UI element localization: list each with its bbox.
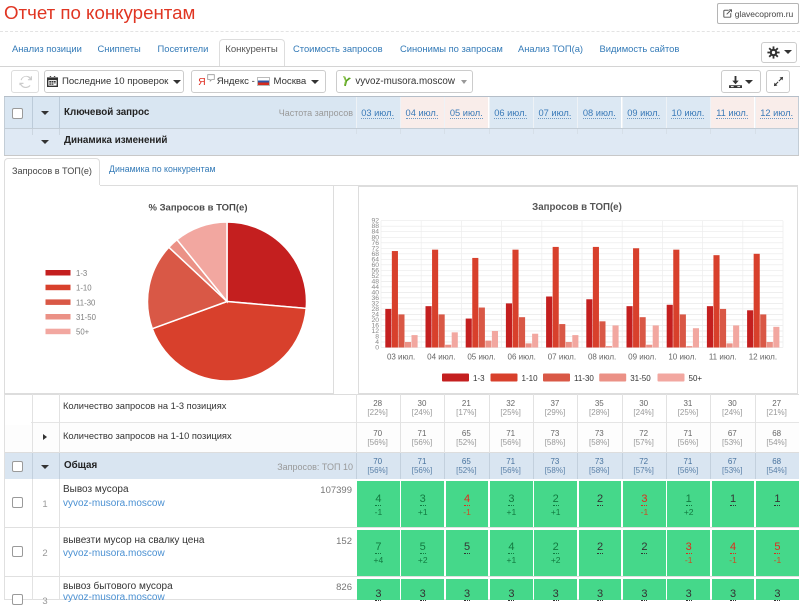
svg-text:92: 92 bbox=[371, 217, 379, 224]
svg-text:12 июл.: 12 июл. bbox=[749, 352, 777, 361]
svg-text:05 июл.: 05 июл. bbox=[467, 352, 495, 361]
svg-text:50+: 50+ bbox=[76, 328, 90, 337]
svg-text:1-10: 1-10 bbox=[76, 284, 92, 293]
svg-text:10 июл.: 10 июл. bbox=[668, 352, 696, 361]
svg-text:11 июл.: 11 июл. bbox=[709, 352, 737, 361]
svg-text:07 июл.: 07 июл. bbox=[548, 352, 576, 361]
svg-text:1-3: 1-3 bbox=[76, 269, 87, 278]
svg-text:1-3: 1-3 bbox=[473, 374, 485, 383]
svg-text:Запросов в ТОП(е): Запросов в ТОП(е) bbox=[532, 202, 622, 213]
svg-text:03 июл.: 03 июл. bbox=[387, 352, 415, 361]
svg-text:04 июл.: 04 июл. bbox=[427, 352, 455, 361]
svg-text:06 июл.: 06 июл. bbox=[508, 352, 536, 361]
svg-text:08 июл.: 08 июл. bbox=[588, 352, 616, 361]
svg-text:09 июл.: 09 июл. bbox=[628, 352, 656, 361]
svg-text:31-50: 31-50 bbox=[630, 374, 651, 383]
svg-text:11-30: 11-30 bbox=[76, 298, 96, 307]
svg-text:11-30: 11-30 bbox=[574, 374, 594, 383]
svg-text:% Запросов в ТОП(е): % Запросов в ТОП(е) bbox=[149, 203, 248, 214]
svg-text:50+: 50+ bbox=[689, 374, 703, 383]
svg-text:1-10: 1-10 bbox=[522, 374, 539, 383]
svg-text:31-50: 31-50 bbox=[76, 313, 97, 322]
